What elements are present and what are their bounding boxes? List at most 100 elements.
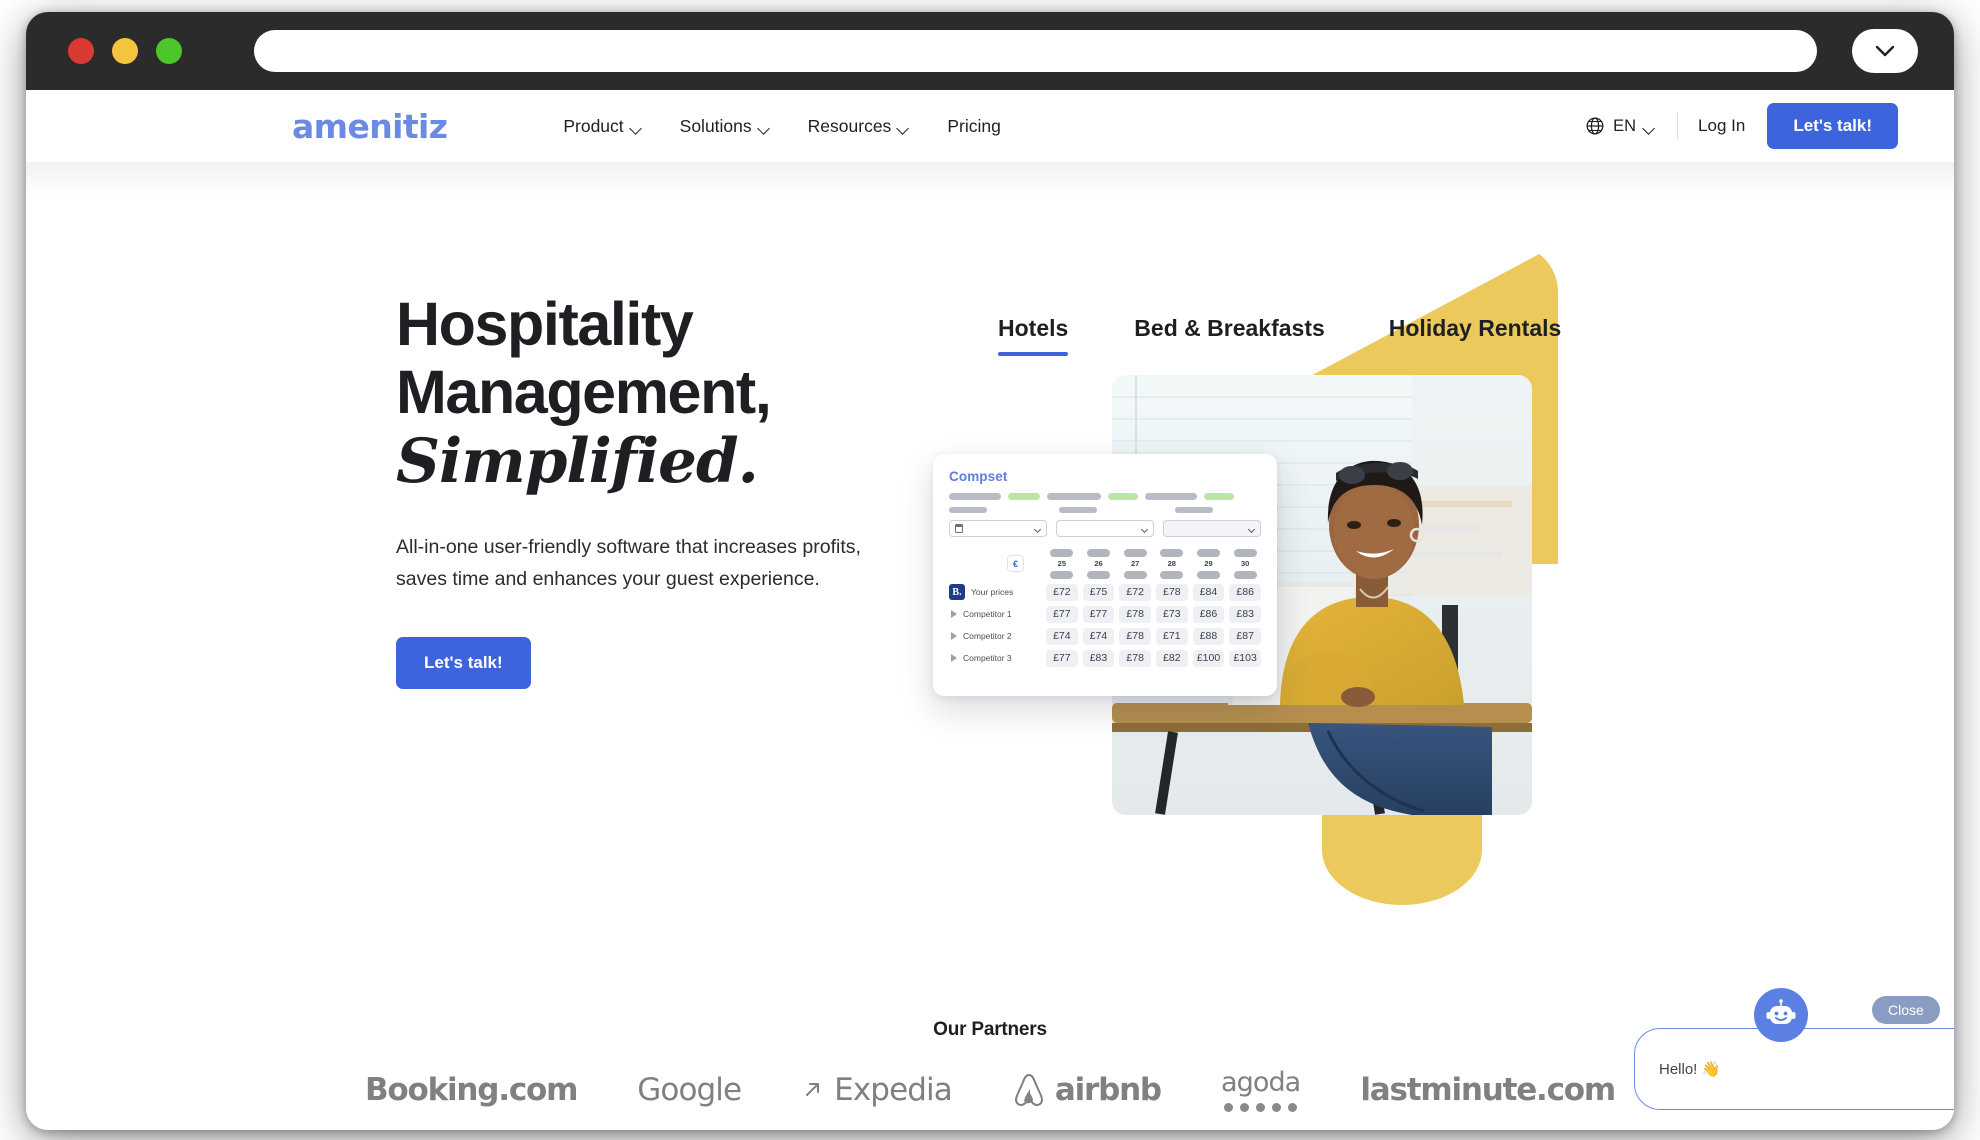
nav-label-solutions: Solutions — [679, 115, 752, 136]
day-number: 29 — [1204, 559, 1213, 568]
price-cell: £72 — [1046, 583, 1078, 601]
partner-logo-google[interactable]: Google — [637, 1071, 742, 1108]
triangle-expand-icon[interactable] — [951, 654, 957, 662]
hero-lets-talk-button[interactable]: Let's talk! — [396, 637, 531, 690]
language-selector[interactable]: EN — [1585, 116, 1655, 136]
row-name: Competitor 1 — [963, 609, 1012, 619]
hero-tabs: Hotels Bed & Breakfasts Holiday Rentals — [926, 232, 1566, 356]
partner-name: airbnb — [1054, 1071, 1162, 1108]
price-cell: £78 — [1119, 605, 1151, 623]
partner-name: Google — [637, 1071, 742, 1108]
partner-logo-expedia[interactable]: Expedia — [801, 1071, 953, 1108]
day-column: 28 — [1156, 549, 1188, 579]
partner-name: Expedia — [834, 1071, 953, 1108]
day-number: 28 — [1167, 559, 1176, 568]
skeleton-pill — [1160, 570, 1184, 579]
nav-label-product: Product — [563, 115, 624, 136]
day-number: 27 — [1130, 559, 1140, 568]
compset-skeleton-row-1 — [949, 493, 1261, 500]
day-column: 26 — [1083, 549, 1115, 579]
browser-window: amenitiz Product Solutions Resources Pri… — [26, 12, 1954, 1130]
close-window-button[interactable] — [68, 38, 94, 64]
day-number: 26 — [1094, 559, 1103, 568]
partner-logo-agoda[interactable]: agoda — [1221, 1067, 1301, 1112]
nav-item-product[interactable]: Product — [563, 116, 641, 137]
chat-widget: Close Hello! 👋 — [1634, 988, 1954, 1110]
amenitiz-logo[interactable]: amenitiz — [292, 110, 448, 143]
property-select[interactable] — [1056, 520, 1154, 537]
table-row: Competitor 3 £77 £83 £78 £82 £100 £103 — [949, 649, 1261, 667]
day-number: 25 — [1057, 559, 1066, 568]
skeleton-bar — [1059, 506, 1097, 513]
nav-item-resources[interactable]: Resources — [808, 116, 910, 137]
chat-close-button[interactable]: Close — [1872, 996, 1940, 1024]
triangle-expand-icon[interactable] — [951, 632, 957, 640]
nav-item-pricing[interactable]: Pricing — [947, 116, 1001, 137]
skeleton-bar — [949, 493, 1001, 500]
page-viewport: amenitiz Product Solutions Resources Pri… — [26, 90, 1954, 1130]
skeleton-bar-green — [1108, 493, 1138, 500]
nav-label-resources: Resources — [807, 115, 892, 136]
tab-hotels[interactable]: Hotels — [998, 315, 1069, 356]
price-cell: £83 — [1229, 605, 1261, 623]
price-cell: £75 — [1082, 583, 1115, 601]
skeleton-pill — [1233, 549, 1257, 557]
price-cell: £77 — [1046, 649, 1078, 667]
login-link[interactable]: Log In — [1698, 116, 1745, 136]
browser-titlebar — [26, 12, 1954, 90]
price-cell: £100 — [1192, 649, 1225, 667]
skeleton-pill — [1086, 549, 1110, 557]
skeleton-bar — [1175, 506, 1213, 513]
skeleton-pill — [1196, 549, 1220, 557]
price-cell: £77 — [1082, 605, 1115, 623]
triangle-expand-icon[interactable] — [951, 610, 957, 618]
row-label: Competitor 2 — [949, 631, 1041, 641]
table-row: Competitor 2 £74 £74 £78 £71 £88 £87 — [949, 627, 1261, 645]
price-cell: £88 — [1192, 627, 1225, 645]
chat-message-text: Hello! 👋 — [1659, 1061, 1721, 1078]
robot-icon — [1766, 999, 1796, 1024]
headline-line-1: Hospitality — [396, 290, 694, 358]
row-label: B. Your prices — [949, 584, 1041, 600]
booking-b-logo-icon: B. — [949, 584, 965, 600]
price-cell: £84 — [1192, 583, 1225, 601]
maximize-window-button[interactable] — [156, 38, 182, 64]
day-number: 30 — [1240, 559, 1250, 568]
hero-copy: Hospitality Management, Simplified. All-… — [396, 290, 916, 690]
header-lets-talk-button[interactable]: Let's talk! — [1767, 103, 1898, 149]
partner-logo-lastminute[interactable]: lastminute.com — [1360, 1071, 1616, 1108]
hero-section: Hospitality Management, Simplified. All-… — [26, 162, 1954, 992]
chevron-down-icon — [1875, 45, 1895, 57]
price-cell: £82 — [1155, 649, 1188, 667]
skeleton-pill — [1123, 570, 1147, 579]
partner-logo-airbnb[interactable]: airbnb — [1012, 1071, 1162, 1108]
headline-line-2: Management, — [396, 358, 772, 427]
skeleton-pill — [1160, 549, 1184, 557]
room-select[interactable] — [1163, 520, 1261, 537]
tab-bed-and-breakfasts[interactable]: Bed & Breakfasts — [1134, 315, 1324, 356]
chevron-down-icon — [759, 124, 770, 131]
skeleton-bar-green — [1204, 493, 1234, 500]
partner-logo-booking[interactable]: Booking.com — [365, 1072, 578, 1108]
skeleton-pill — [1050, 549, 1074, 557]
currency-toggle[interactable]: € — [1007, 555, 1024, 573]
tab-holiday-rentals[interactable]: Holiday Rentals — [1389, 315, 1562, 356]
skeleton-pill — [1196, 570, 1220, 579]
minimize-window-button[interactable] — [112, 38, 138, 64]
skeleton-bar — [949, 506, 987, 513]
expand-toolbar-button[interactable] — [1852, 29, 1918, 73]
chevron-down-icon — [631, 124, 642, 131]
chevron-down-icon — [1142, 527, 1148, 531]
screenshot-root: amenitiz Product Solutions Resources Pri… — [0, 0, 1980, 1140]
date-select[interactable] — [949, 520, 1047, 537]
chevron-down-icon — [1035, 527, 1041, 531]
address-bar[interactable] — [254, 30, 1817, 72]
nav-item-solutions[interactable]: Solutions — [680, 116, 770, 137]
compset-card: Compset € 25 26 27 28 29 30 B. Your pric… — [933, 454, 1277, 696]
partner-name: lastminute.com — [1360, 1071, 1616, 1108]
skeleton-bar — [1047, 493, 1101, 500]
chat-avatar[interactable] — [1754, 988, 1808, 1042]
row-name: Competitor 2 — [963, 631, 1012, 641]
hero-subheading: All-in-one user-friendly software that i… — [396, 535, 861, 590]
day-column: 30 — [1229, 549, 1261, 579]
